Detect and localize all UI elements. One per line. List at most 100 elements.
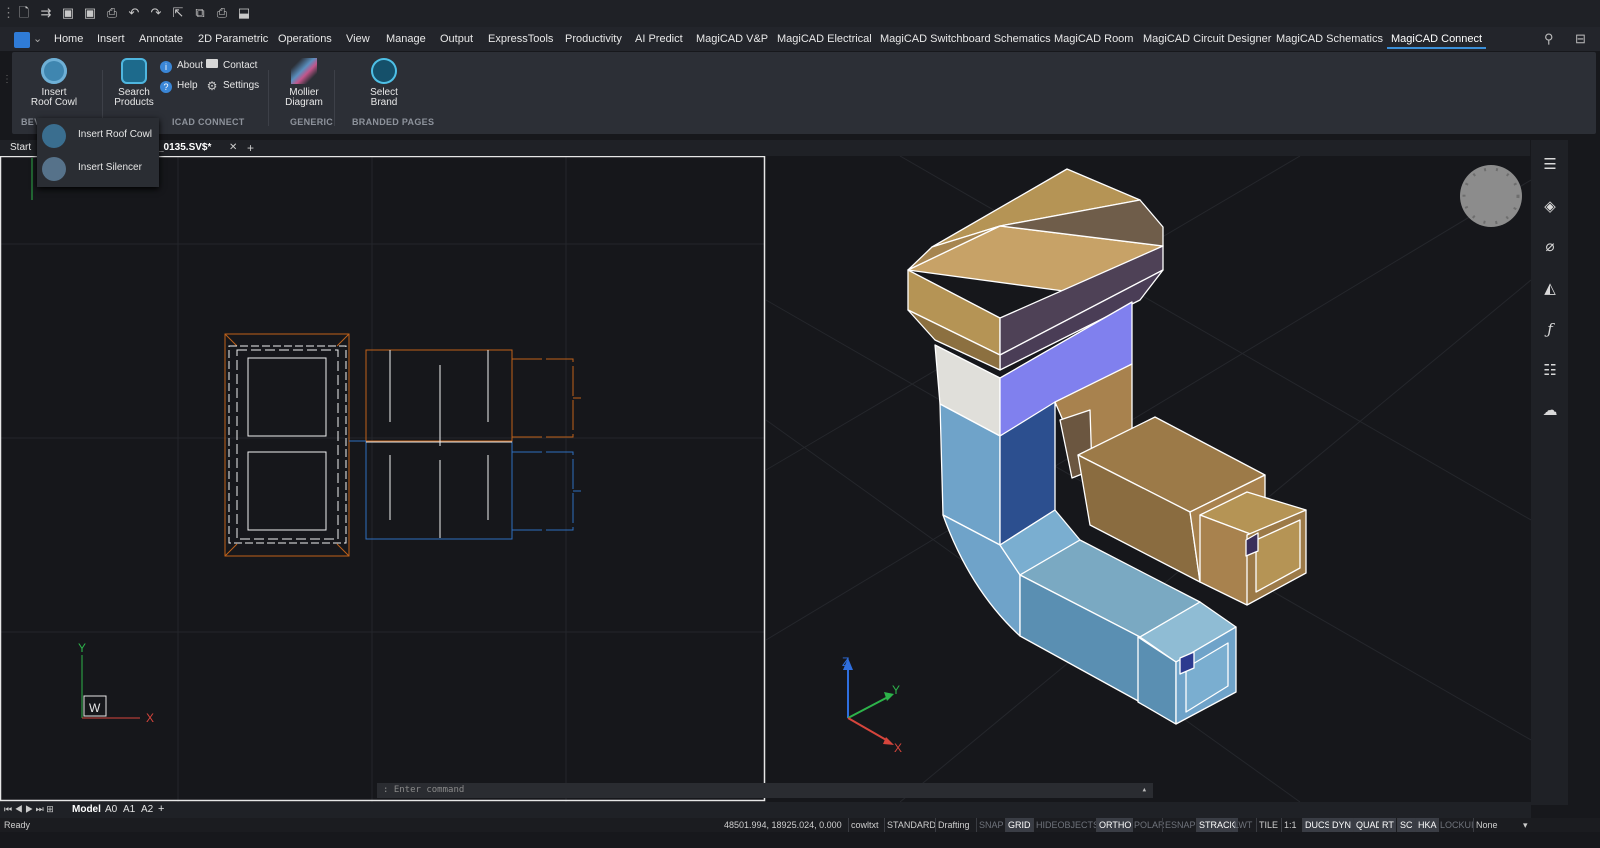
save-as-icon[interactable]: ▣	[82, 5, 98, 21]
tab-start[interactable]: Start	[10, 140, 31, 156]
app-menu-chevron-icon[interactable]: ⌄	[33, 27, 42, 51]
tab-magicad-switchboard-schematics[interactable]: MagiCAD Switchboard Schematics	[880, 27, 1051, 51]
contact-button[interactable]: Contact	[206, 59, 257, 73]
open-icon[interactable]: ⇉	[38, 5, 54, 21]
document-tab-bar: Start _0135.SV$* ✕ + ⋯	[0, 140, 1553, 156]
status-toggle-esnap[interactable]: ESNAP	[1162, 818, 1198, 832]
drawing-explorer-icon[interactable]: ◭	[1539, 278, 1561, 300]
right-ucs-y-label: Y	[892, 683, 900, 697]
status-menu-chevron-icon[interactable]: ▾	[1523, 818, 1528, 832]
status-toggle-rt[interactable]: RT	[1379, 818, 1396, 832]
search-products-label: Search Products	[114, 87, 154, 108]
print-icon[interactable]: ⎙	[104, 5, 120, 21]
layout-tab-model[interactable]: Model	[72, 804, 101, 815]
left-ucs-w-label: W	[89, 701, 101, 715]
tab-output[interactable]: Output	[440, 27, 473, 51]
tab-operations[interactable]: Operations	[278, 27, 332, 51]
menu-item-insert-silencer[interactable]: Insert Silencer	[37, 153, 159, 185]
add-tab-icon[interactable]: +	[247, 140, 254, 156]
grip-icon: ⋮	[2, 5, 15, 20]
view-cube-wheel[interactable]	[1460, 165, 1522, 227]
tab-productivity[interactable]: Productivity	[565, 27, 622, 51]
status-toggle-ortho[interactable]: ORTHO	[1096, 818, 1134, 832]
redo-icon[interactable]: ↷	[148, 5, 164, 21]
help-button[interactable]: ? Help	[160, 79, 198, 93]
tab-magicad-room[interactable]: MagiCAD Room	[1054, 27, 1133, 51]
about-button[interactable]: i About	[160, 59, 203, 73]
attach-icon[interactable]: ⌀	[1539, 236, 1561, 258]
tab-magicad-electrical[interactable]: MagiCAD Electrical	[777, 27, 872, 51]
add-layout-icon[interactable]: +	[158, 803, 164, 815]
status-toggle-lockui[interactable]: LOCKUI	[1437, 818, 1476, 832]
layout-nav-icons[interactable]: ⏮ ◀ ▶ ⏭ ⊞	[4, 804, 54, 815]
layers-icon[interactable]: ◈	[1539, 196, 1561, 218]
structure-icon[interactable]: ☷	[1539, 360, 1561, 382]
settings-button[interactable]: ⚙ Settings	[206, 79, 260, 93]
status-toggle-cowltxt[interactable]: cowltxt	[848, 818, 881, 832]
status-toggle-none[interactable]: None	[1473, 818, 1500, 832]
insert-roof-cowl-button[interactable]: Insert Roof Cowl	[24, 58, 84, 108]
search-products-button[interactable]: Search Products	[104, 58, 164, 108]
search-icon[interactable]: ⚲	[1544, 27, 1554, 51]
status-toggle-standard[interactable]: STANDARD	[884, 818, 938, 832]
drawing-area[interactable]: Y X W Z Y X	[0, 156, 1531, 802]
formula-icon[interactable]: ƒ	[1539, 318, 1561, 340]
collapse-ribbon-icon[interactable]: ⊟	[1575, 27, 1586, 51]
app-menu-button[interactable]	[14, 32, 30, 48]
left-viewport[interactable]	[0, 156, 765, 802]
export-icon[interactable]: ⇱	[170, 5, 186, 21]
roof-cowl-icon	[42, 124, 66, 148]
undo-icon[interactable]: ↶	[126, 5, 142, 21]
cloud-icon[interactable]: ☁	[1539, 400, 1561, 422]
status-toggle-lwt[interactable]: LWT	[1231, 818, 1254, 832]
tab-magicad-circuit-designer[interactable]: MagiCAD Circuit Designer	[1143, 27, 1271, 51]
properties-icon[interactable]: ☰	[1539, 154, 1561, 176]
layout-tab-a1[interactable]: A1	[123, 804, 135, 815]
layout-tab-a0[interactable]: A0	[105, 804, 117, 815]
plot-icon[interactable]: ⎙	[214, 5, 230, 21]
tab-manage[interactable]: Manage	[386, 27, 426, 51]
roof-cowl-icon	[41, 58, 67, 84]
tab-magicad-connect[interactable]: MagiCAD Connect	[1386, 27, 1487, 51]
status-toggle-hideobjects[interactable]: HIDEOBJECTS	[1033, 818, 1101, 832]
status-toggle-sc[interactable]: SC	[1397, 818, 1415, 832]
status-toggle-drafting[interactable]: Drafting	[935, 818, 972, 832]
help-label: Help	[177, 80, 198, 91]
status-toggle-snap[interactable]: SNAP	[976, 818, 1006, 832]
tab-annotate[interactable]: Annotate	[139, 27, 183, 51]
command-line[interactable]: : Enter command ▴	[377, 783, 1153, 798]
select-brand-button[interactable]: Select Brand	[354, 58, 414, 108]
command-input[interactable]: : Enter command	[383, 785, 464, 795]
right-ucs-z-label: Z	[842, 655, 849, 669]
left-ucs-x-label: X	[146, 711, 154, 725]
status-toggle-tile[interactable]: TILE	[1256, 818, 1280, 832]
right-ucs-x-label: X	[894, 741, 902, 755]
command-history-chevron-icon[interactable]: ▴	[1142, 783, 1147, 798]
status-toggle-hka[interactable]: HKA	[1415, 818, 1439, 832]
tab-magicad-vp[interactable]: MagiCAD V&P	[696, 27, 768, 51]
tab-expresstools[interactable]: ExpressTools	[488, 27, 553, 51]
copy-icon[interactable]: ⧉	[192, 5, 208, 21]
close-tab-icon[interactable]: ✕	[229, 140, 237, 156]
status-toggle-ducs[interactable]: DUCS	[1302, 818, 1333, 832]
menu-item-label: Insert Silencer	[78, 162, 142, 173]
mollier-diagram-button[interactable]: Mollier Diagram	[274, 58, 334, 108]
tab-2d-parametric[interactable]: 2D Parametric	[198, 27, 268, 51]
layout-tab-a2[interactable]: A2	[141, 804, 153, 815]
save-icon[interactable]: ▣	[60, 5, 76, 21]
tab-home[interactable]: Home	[54, 27, 83, 51]
tab-magicad-schematics[interactable]: MagiCAD Schematics	[1276, 27, 1383, 51]
tab-insert[interactable]: Insert	[97, 27, 125, 51]
status-toggle-dyn[interactable]: DYN	[1329, 818, 1354, 832]
menu-item-insert-roof-cowl[interactable]: Insert Roof Cowl	[37, 120, 159, 152]
status-toggle-grid[interactable]: GRID	[1005, 818, 1033, 832]
new-icon[interactable]: 🗋	[16, 5, 32, 21]
tab-view[interactable]: View	[346, 27, 370, 51]
share-icon[interactable]: ⬓	[236, 5, 252, 21]
tab-current-drawing[interactable]: _0135.SV$*	[158, 140, 211, 156]
tab-ai-predict[interactable]: AI Predict	[635, 27, 683, 51]
group-label-generic: GENERIC	[290, 117, 334, 127]
status-toggle-1-1[interactable]: 1:1	[1281, 818, 1299, 832]
quick-access-toolbar: ⋮ 🗋 ⇉ ▣ ▣ ⎙ ↶ ↷ ⇱ ⧉ ⎙ ⬓	[0, 0, 1600, 27]
status-bar: Ready 48501.994, 18925.024, 0.000 cowltxt…	[0, 818, 1600, 832]
